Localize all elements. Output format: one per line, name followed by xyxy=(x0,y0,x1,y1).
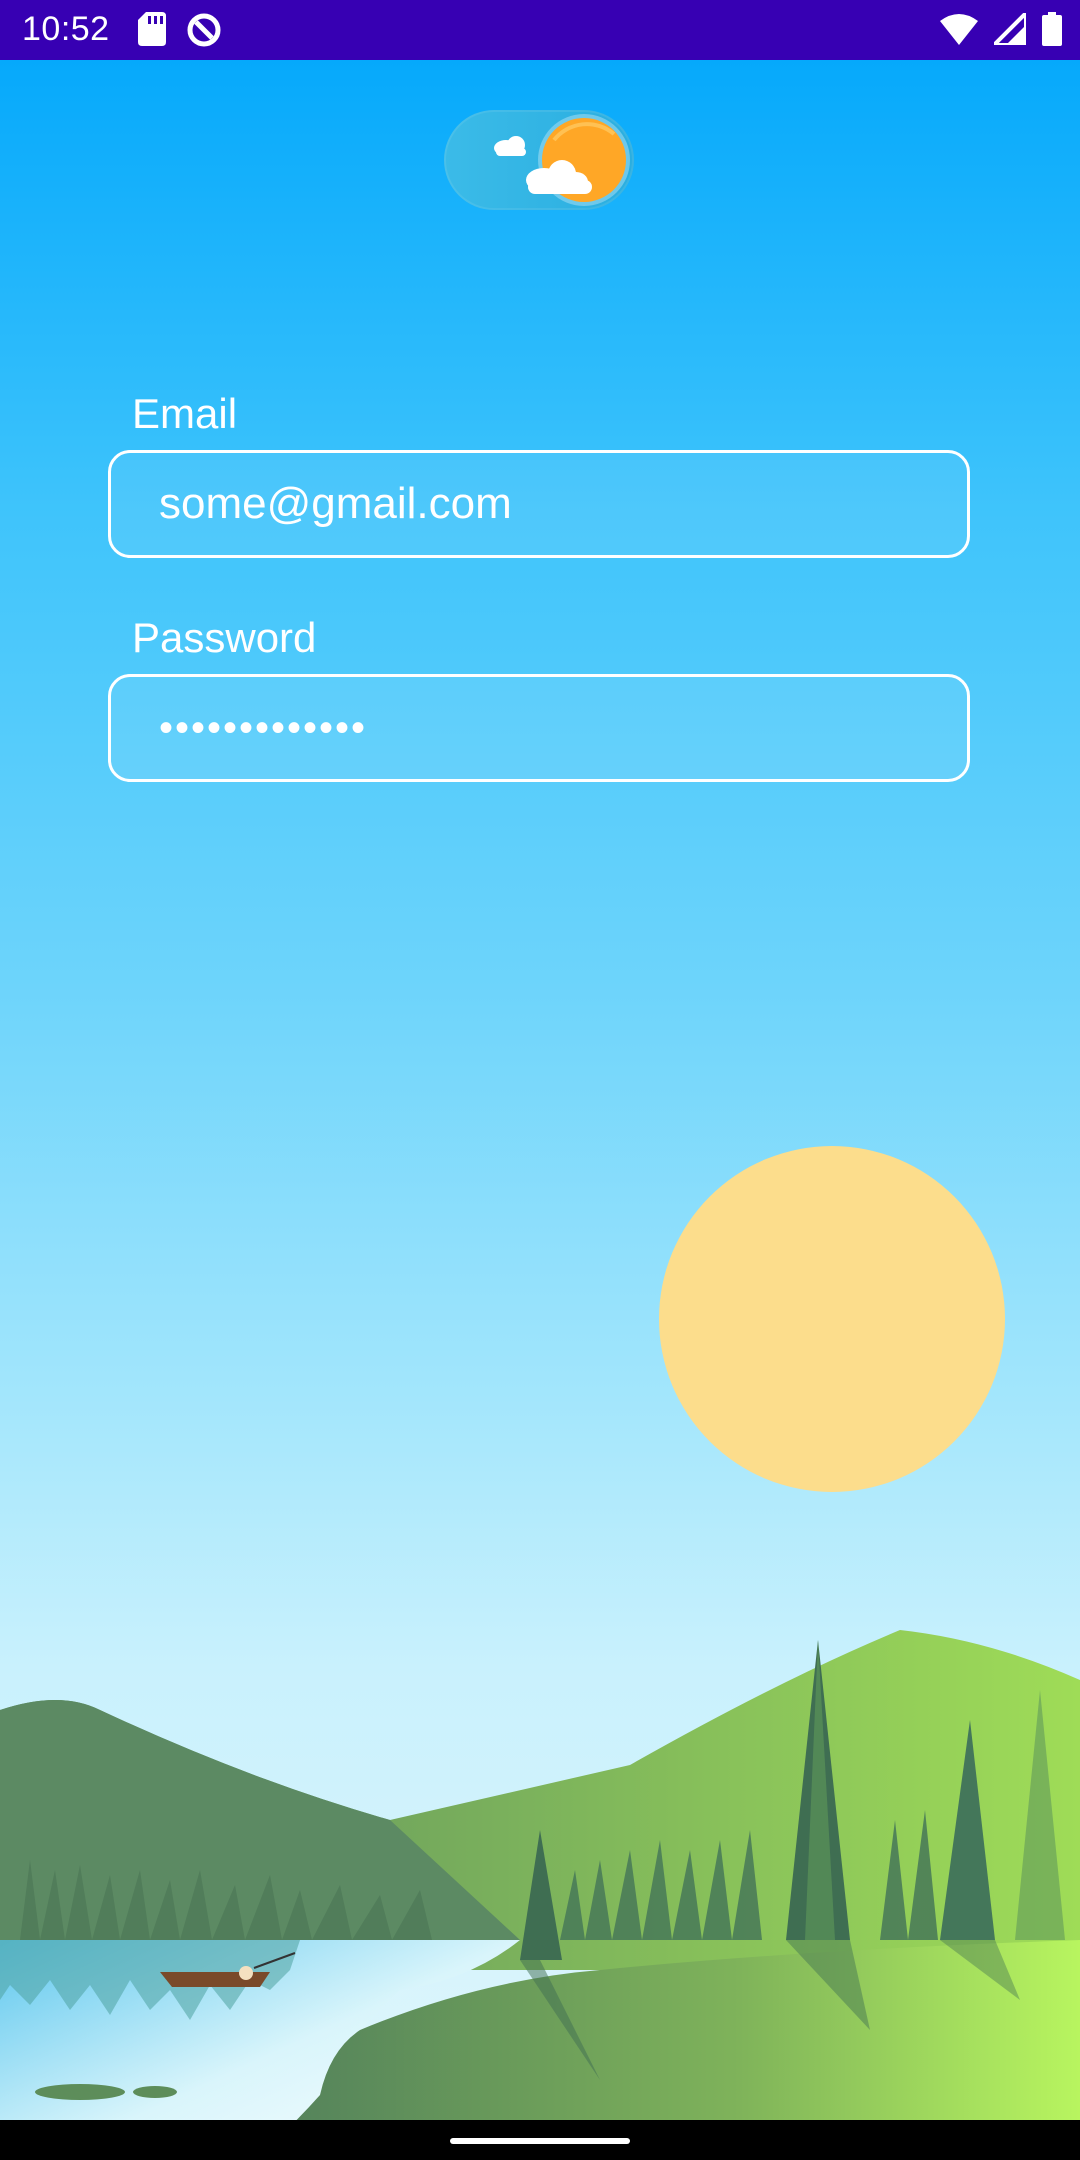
day-night-toggle[interactable] xyxy=(444,110,634,210)
toggle-graphic xyxy=(494,114,630,206)
status-time: 10:52 xyxy=(22,10,110,48)
password-value: ••••••••••••• xyxy=(159,706,368,750)
home-indicator[interactable] xyxy=(450,2138,630,2144)
status-left-icons xyxy=(138,12,222,48)
cloud-icon xyxy=(494,136,526,156)
login-screen: Email some@gmail.com Password ••••••••••… xyxy=(0,60,1080,2120)
island xyxy=(133,2086,177,2098)
wifi-icon xyxy=(940,14,978,45)
email-label: Email xyxy=(132,390,238,437)
cellular-signal-icon xyxy=(994,13,1026,45)
sd-card-icon xyxy=(138,12,166,46)
island xyxy=(35,2084,125,2100)
email-field[interactable]: some@gmail.com xyxy=(108,450,970,558)
password-field[interactable]: ••••••••••••• xyxy=(108,674,970,782)
sun-illustration xyxy=(659,1146,1005,1492)
email-value: some@gmail.com xyxy=(159,479,512,528)
password-label: Password xyxy=(132,614,317,661)
data-saver-icon xyxy=(187,13,221,47)
status-right-icons xyxy=(940,12,1062,46)
landscape-illustration xyxy=(0,1630,1080,2120)
battery-icon xyxy=(1042,12,1062,46)
status-bar: 10:52 xyxy=(0,0,1080,60)
boat xyxy=(160,1972,270,1987)
